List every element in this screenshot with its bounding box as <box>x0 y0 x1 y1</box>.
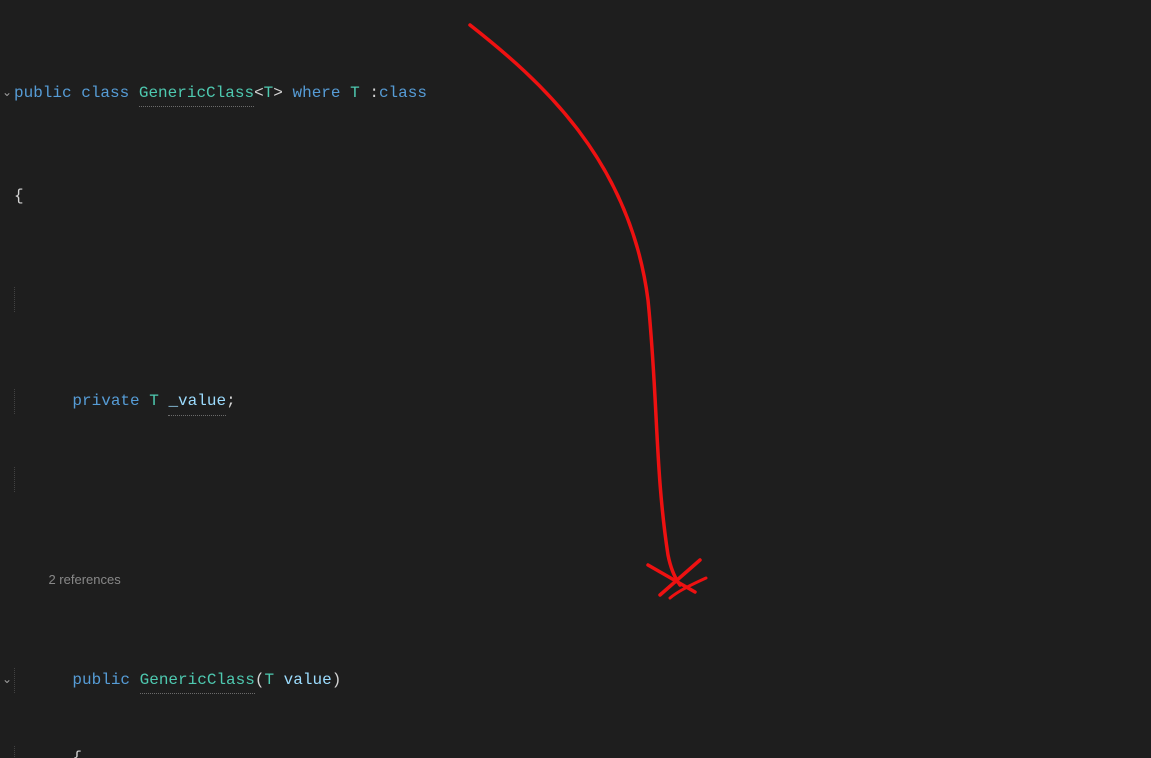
code-line[interactable]: ⌄ public GenericClass(T value) <box>0 668 1151 695</box>
keyword-where: where <box>293 81 341 107</box>
type-param-T: T <box>264 81 274 107</box>
keyword-public: public <box>14 81 72 107</box>
type-param-T: T <box>350 81 360 107</box>
field-value: _value <box>168 389 226 416</box>
punct-colon: : <box>369 81 379 107</box>
code-editor[interactable]: ⌄public class GenericClass<T> where T :c… <box>0 0 1151 758</box>
punct-gt: > <box>273 81 283 107</box>
punct-lt: < <box>254 81 264 107</box>
code-line[interactable]: { <box>0 746 1151 758</box>
keyword-class-constraint: class <box>379 81 427 107</box>
punct-rparen: ) <box>332 668 342 694</box>
keyword-class: class <box>81 81 129 107</box>
punct-semi: ; <box>226 389 236 415</box>
type-genericclass: GenericClass <box>139 81 254 108</box>
codelens-references[interactable]: 2 references <box>0 569 1151 591</box>
fold-icon[interactable]: ⌄ <box>0 81 14 106</box>
punct-lparen: ( <box>255 668 265 694</box>
references-link[interactable]: 2 references <box>48 569 120 591</box>
brace-open: { <box>72 746 82 758</box>
gutter <box>0 184 14 205</box>
fold-icon[interactable]: ⌄ <box>0 668 14 693</box>
brace-open: { <box>14 184 24 210</box>
keyword-private: private <box>72 389 139 415</box>
param-value: value <box>284 668 332 694</box>
code-line[interactable] <box>0 287 1151 313</box>
code-line[interactable]: private T _value; <box>0 389 1151 416</box>
code-line[interactable]: { <box>0 184 1151 210</box>
code-line[interactable] <box>0 467 1151 493</box>
keyword-public: public <box>72 668 130 694</box>
type-T: T <box>264 668 274 694</box>
constructor-name: GenericClass <box>140 668 255 695</box>
annotation-arrow <box>0 0 1151 758</box>
code-line[interactable]: ⌄public class GenericClass<T> where T :c… <box>0 81 1151 108</box>
type-T: T <box>149 389 159 415</box>
